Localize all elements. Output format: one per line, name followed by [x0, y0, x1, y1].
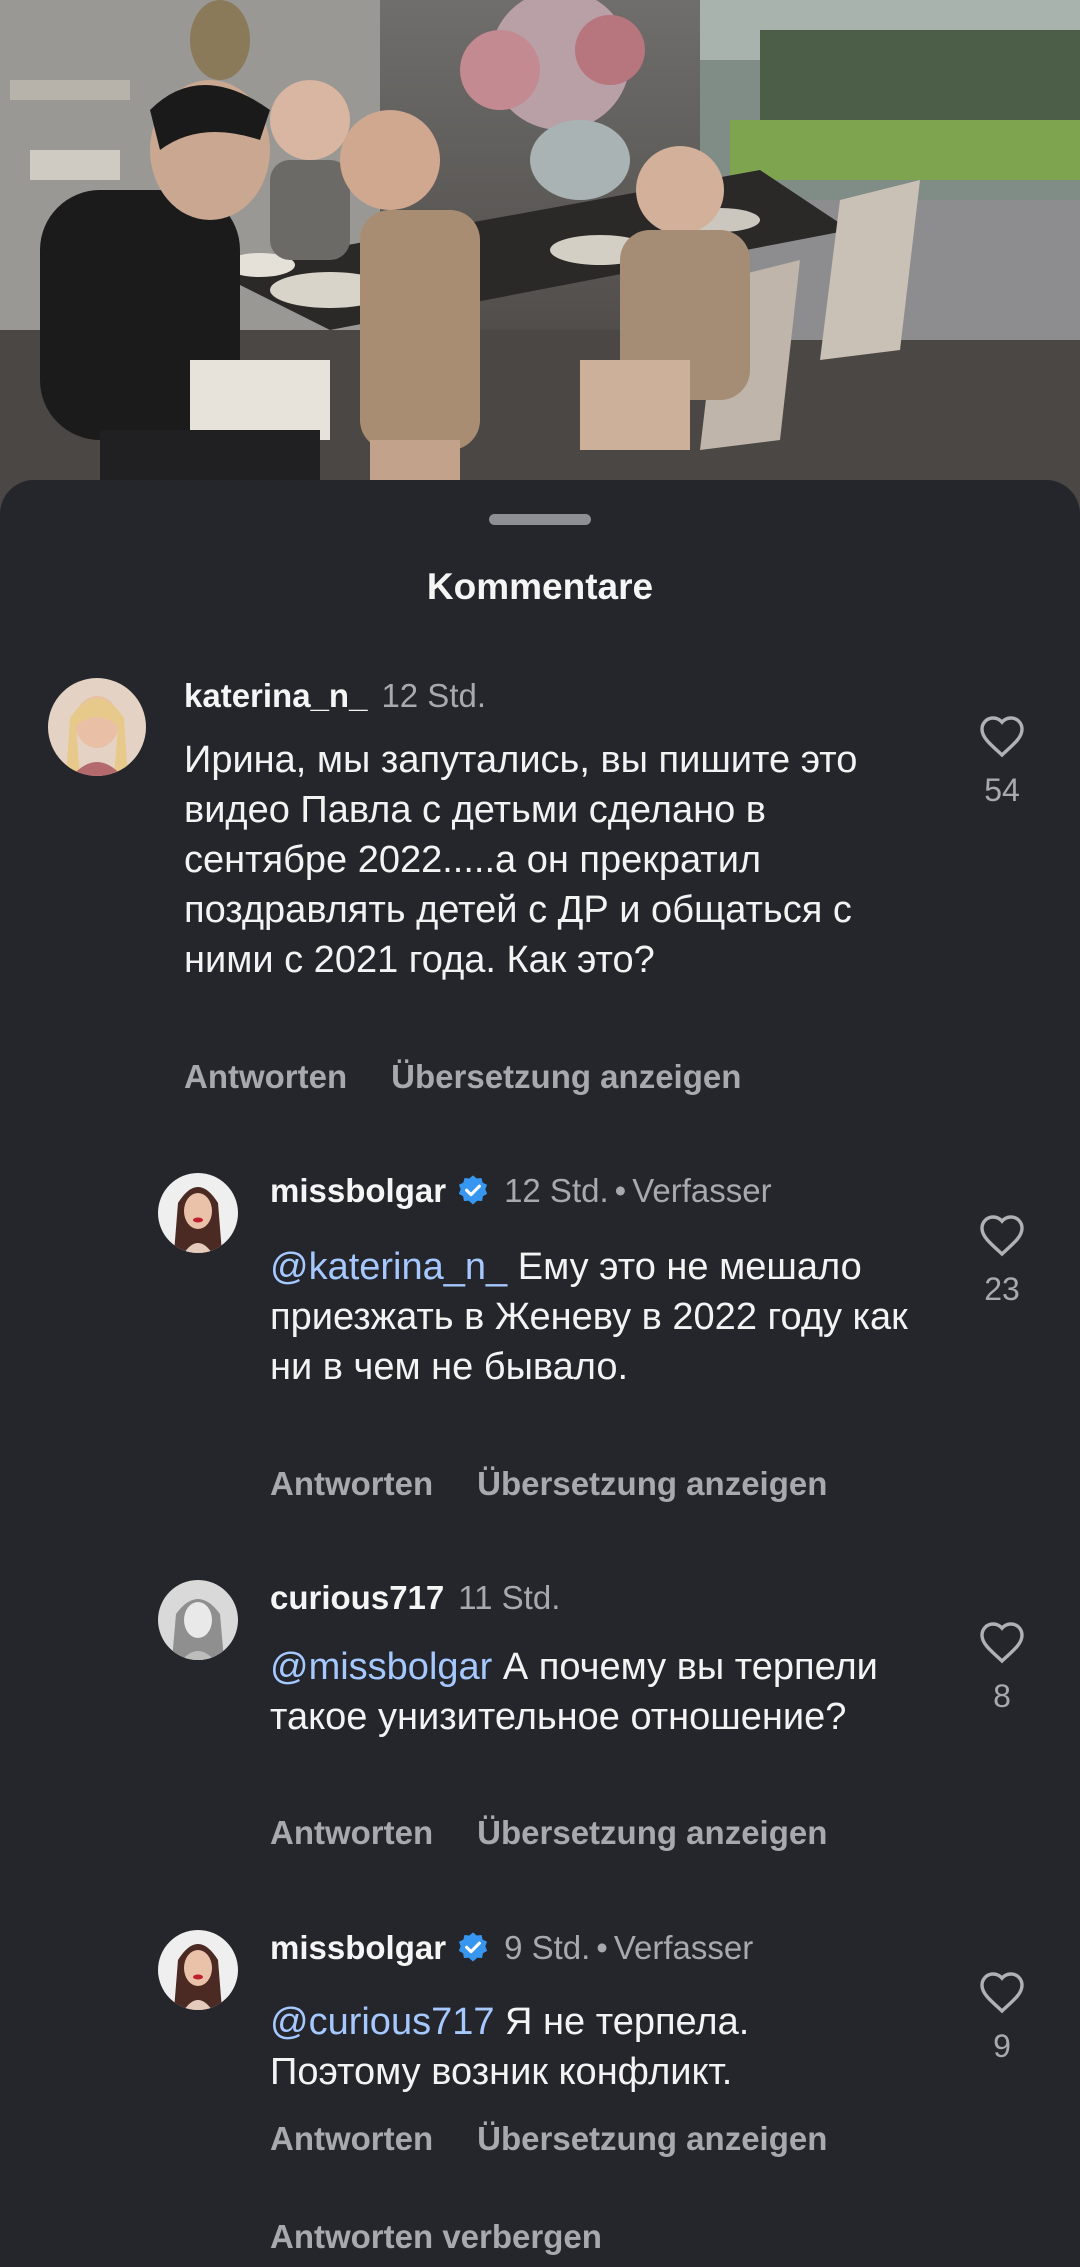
- translate-button[interactable]: Übersetzung anzeigen: [477, 2120, 827, 2157]
- comment-header: curious717 11 Std.: [270, 1579, 560, 1617]
- like-count: 9: [993, 2028, 1011, 2064]
- verified-badge-icon: [458, 1175, 488, 1205]
- translate-button[interactable]: Übersetzung anzeigen: [477, 1814, 827, 1851]
- comment-actions: Antworten Übersetzung anzeigen: [270, 1465, 871, 1503]
- comment-text: @curious717 Я не терпела. Поэтому возник…: [270, 1997, 910, 2097]
- translate-button[interactable]: Übersetzung anzeigen: [477, 1465, 827, 1502]
- comment-text: Ирина, мы запутались, вы пишите это виде…: [184, 735, 914, 985]
- reply-button[interactable]: Antworten: [270, 2120, 433, 2157]
- avatar[interactable]: [158, 1580, 238, 1660]
- avatar[interactable]: [48, 678, 146, 776]
- mention-link[interactable]: @curious717: [270, 2001, 494, 2043]
- author-label: Verfasser: [613, 1929, 754, 1966]
- comment-text: @missbolgar А почему вы терпели такое ун…: [270, 1642, 910, 1742]
- like-count: 23: [984, 1271, 1020, 1307]
- reply-button[interactable]: Antworten: [270, 1465, 433, 1502]
- username[interactable]: katerina_n_: [184, 677, 367, 714]
- avatar[interactable]: [158, 1930, 238, 2010]
- mention-link[interactable]: @katerina_n_: [270, 1246, 507, 1288]
- verified-badge-icon: [458, 1932, 488, 1962]
- like-control: 54: [970, 714, 1034, 809]
- like-count: 54: [984, 772, 1020, 808]
- author-label: Verfasser: [632, 1172, 772, 1209]
- hide-replies-button[interactable]: Antworten verbergen: [270, 2218, 602, 2256]
- comment-header: missbolgar 9 Std. • Verfasser: [270, 1929, 753, 1967]
- username[interactable]: missbolgar: [270, 1929, 446, 1966]
- video-background: [0, 0, 1080, 520]
- sheet-title: Kommentare: [426, 566, 654, 607]
- like-count: 8: [993, 1678, 1011, 1714]
- heart-icon[interactable]: [978, 1620, 1026, 1664]
- heart-icon[interactable]: [978, 1213, 1026, 1257]
- comment-text: @katerina_n_ Ему это не мешало приезжать…: [270, 1242, 910, 1392]
- comment-header: missbolgar 12 Std. • Verfasser: [270, 1172, 772, 1210]
- heart-icon[interactable]: [978, 1970, 1026, 2014]
- comment-body: Ирина, мы запутались, вы пишите это виде…: [184, 739, 858, 981]
- username[interactable]: missbolgar: [270, 1172, 446, 1209]
- timestamp: 12 Std.: [504, 1172, 609, 1209]
- translate-button[interactable]: Übersetzung anzeigen: [391, 1058, 741, 1095]
- like-control: 9: [970, 1970, 1034, 2065]
- separator-dot: •: [596, 1929, 608, 1966]
- mention-link[interactable]: @missbolgar: [270, 1646, 492, 1688]
- reply-button[interactable]: Antworten: [184, 1058, 347, 1095]
- timestamp: 12 Std.: [381, 677, 487, 714]
- heart-icon[interactable]: [978, 714, 1026, 758]
- separator-dot: •: [614, 1172, 627, 1209]
- reply-button[interactable]: Antworten: [270, 1814, 433, 1851]
- like-control: 8: [970, 1620, 1034, 1715]
- like-control: 23: [970, 1213, 1034, 1308]
- comment-header: katerina_n_ 12 Std.: [184, 677, 486, 715]
- timestamp: 11 Std.: [458, 1579, 561, 1616]
- drag-handle[interactable]: [489, 514, 591, 525]
- comment-actions: Antworten Übersetzung anzeigen: [270, 1814, 871, 1852]
- comment-actions: Antworten Übersetzung anzeigen: [184, 1058, 785, 1096]
- avatar[interactable]: [158, 1173, 238, 1253]
- comment-actions: Antworten Übersetzung anzeigen: [270, 2120, 871, 2158]
- timestamp: 9 Std.: [504, 1929, 591, 1966]
- username[interactable]: curious717: [270, 1579, 444, 1616]
